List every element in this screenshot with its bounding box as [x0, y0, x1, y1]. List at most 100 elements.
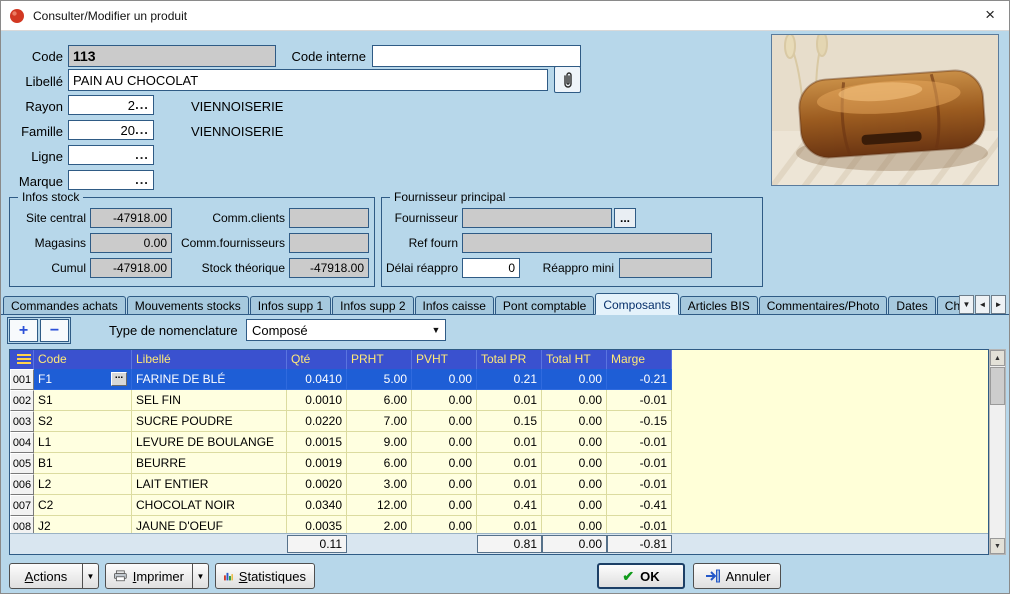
rayon-field[interactable]: 2 ... — [68, 95, 154, 115]
table-row[interactable]: 008 J2 JAUNE D'OEUF 0.0035 2.00 0.00 0.0… — [10, 516, 672, 533]
header-code[interactable]: Code — [34, 350, 132, 369]
cell-code: S2 — [34, 411, 132, 432]
table-scrollbar[interactable]: ▲ ▼ — [989, 349, 1006, 555]
cell-prht: 9.00 — [347, 432, 412, 453]
famille-browse-icon[interactable]: ... — [135, 125, 149, 135]
attachment-button[interactable] — [554, 66, 581, 93]
ligne-browse-icon[interactable]: ... — [135, 150, 149, 160]
code-interne-field[interactable] — [372, 45, 581, 67]
tab-pont-comptable[interactable]: Pont comptable — [495, 296, 594, 315]
cell-total-pr: 0.01 — [477, 453, 542, 474]
code-field[interactable]: 113 — [68, 45, 276, 67]
cell-marge: -0.41 — [607, 495, 672, 516]
cell-total-ht: 0.00 — [542, 432, 607, 453]
cell-libelle: LAIT ENTIER — [132, 474, 287, 495]
tab-commentaires-photo[interactable]: Commentaires/Photo — [759, 296, 888, 315]
tab-infos-supp-2[interactable]: Infos supp 2 — [332, 296, 413, 315]
window-title: Consulter/Modifier un produit — [33, 9, 187, 23]
browse-button[interactable]: ... — [111, 372, 127, 386]
header-filler — [672, 350, 988, 369]
marque-field[interactable]: ... — [68, 170, 154, 190]
header-total-pr[interactable]: Total PR — [477, 350, 542, 369]
close-icon[interactable]: × — [985, 5, 995, 25]
delai-reappro-field[interactable]: 0 — [462, 258, 520, 278]
cell-pvht: 0.00 — [412, 390, 477, 411]
header-marge[interactable]: Marge — [607, 350, 672, 369]
tab-list-icon[interactable]: ▼ — [959, 295, 974, 314]
libelle-field[interactable]: PAIN AU CHOCOLAT — [68, 69, 548, 91]
cell-libelle: CHOCOLAT NOIR — [132, 495, 287, 516]
table-row[interactable]: 002 S1 SEL FIN 0.0010 6.00 0.00 0.01 0.0… — [10, 390, 672, 411]
table-body: 001 F1... FARINE DE BLÉ 0.0410 5.00 0.00… — [10, 369, 988, 533]
tab-commandes-achats[interactable]: Commandes achats — [3, 296, 126, 315]
marque-browse-icon[interactable]: ... — [135, 175, 149, 185]
code-interne-label: Code interne — [284, 49, 366, 64]
table-row[interactable]: 005 B1 BEURRE 0.0019 6.00 0.00 0.01 0.00… — [10, 453, 672, 474]
bar-chart-icon — [224, 569, 233, 583]
cell-code: C2 — [34, 495, 132, 516]
add-component-button[interactable]: + — [9, 319, 38, 342]
tab-scroll-controls: ▼ ◄ ► — [959, 295, 1006, 314]
fournisseur-field[interactable] — [462, 208, 612, 228]
cell-prht: 3.00 — [347, 474, 412, 495]
actions-button[interactable]: Actions — [9, 563, 83, 589]
remove-component-button[interactable]: − — [40, 319, 69, 342]
pain-au-chocolat-image — [772, 35, 999, 186]
ok-button[interactable]: ✔ OK — [597, 563, 685, 589]
reappro-mini-field[interactable] — [619, 258, 712, 278]
header-grid-cell[interactable] — [10, 350, 34, 369]
actions-dropdown-icon[interactable]: ▼ — [83, 563, 99, 589]
delai-reappro-label: Délai réappro — [384, 261, 458, 275]
exit-arrow-icon — [704, 569, 720, 583]
scrollbar-thumb[interactable] — [990, 367, 1005, 405]
famille-field[interactable]: 20 ... — [68, 120, 154, 140]
header-prht[interactable]: PRHT — [347, 350, 412, 369]
tab-mouvements-stocks[interactable]: Mouvements stocks — [127, 296, 249, 315]
tab-champs[interactable]: Cham — [937, 296, 961, 315]
statistiques-button[interactable]: Statistiques — [215, 563, 315, 589]
tab-articles-bis[interactable]: Articles BIS — [680, 296, 758, 315]
imprimer-button[interactable]: Imprimer — [105, 563, 193, 589]
table-row[interactable]: 006 L2 LAIT ENTIER 0.0020 3.00 0.00 0.01… — [10, 474, 672, 495]
header-libelle[interactable]: Libellé — [132, 350, 287, 369]
tab-scroll-right-icon[interactable]: ► — [991, 295, 1006, 314]
cell-total-ht: 0.00 — [542, 474, 607, 495]
header-pvht[interactable]: PVHT — [412, 350, 477, 369]
header-qte[interactable]: Qté — [287, 350, 347, 369]
table-row[interactable]: 001 F1... FARINE DE BLÉ 0.0410 5.00 0.00… — [10, 369, 672, 390]
tab-scroll-left-icon[interactable]: ◄ — [975, 295, 990, 314]
imprimer-dropdown-icon[interactable]: ▼ — [193, 563, 209, 589]
table-row[interactable]: 004 L1 LEVURE DE BOULANGE 0.0015 9.00 0.… — [10, 432, 672, 453]
reappro-mini-label: Réappro mini — [522, 261, 614, 275]
tab-infos-caisse[interactable]: Infos caisse — [415, 296, 494, 315]
table-row[interactable]: 007 C2 CHOCOLAT NOIR 0.0340 12.00 0.00 0… — [10, 495, 672, 516]
infos-stock-group: Infos stock Site central -47918.00 Comm.… — [9, 197, 375, 287]
tab-dates[interactable]: Dates — [888, 296, 935, 315]
tab-bar: Commandes achats Mouvements stocks Infos… — [3, 293, 961, 315]
rayon-name: VIENNOISERIE — [191, 99, 283, 114]
row-number: 005 — [10, 453, 34, 474]
rayon-browse-icon[interactable]: ... — [135, 100, 149, 110]
cell-code: L1 — [34, 432, 132, 453]
nomenclature-select[interactable]: Composé ▼ — [246, 319, 446, 341]
cumul-label: Cumul — [12, 261, 86, 275]
cell-total-pr: 0.01 — [477, 474, 542, 495]
title-bar: Consulter/Modifier un produit × — [1, 1, 1009, 31]
header-total-ht[interactable]: Total HT — [542, 350, 607, 369]
cell-total-pr: 0.01 — [477, 390, 542, 411]
tab-infos-supp-1[interactable]: Infos supp 1 — [250, 296, 331, 315]
scroll-up-icon[interactable]: ▲ — [990, 350, 1005, 366]
scroll-down-icon[interactable]: ▼ — [990, 538, 1005, 554]
totals-row: 0.11 0.81 0.00 -0.81 — [10, 533, 988, 554]
tab-composants[interactable]: Composants — [595, 293, 678, 315]
cell-code: B1 — [34, 453, 132, 474]
marque-label: Marque — [9, 174, 63, 189]
annuler-button[interactable]: Annuler — [693, 563, 781, 589]
rayon-label: Rayon — [9, 99, 63, 114]
printer-icon — [114, 569, 127, 583]
fournisseur-browse-button[interactable]: ... — [614, 208, 636, 228]
table-row[interactable]: 003 S2 SUCRE POUDRE 0.0220 7.00 0.00 0.1… — [10, 411, 672, 432]
ligne-field[interactable]: ... — [68, 145, 154, 165]
ref-fourn-field[interactable] — [462, 233, 712, 253]
cell-marge: -0.01 — [607, 453, 672, 474]
